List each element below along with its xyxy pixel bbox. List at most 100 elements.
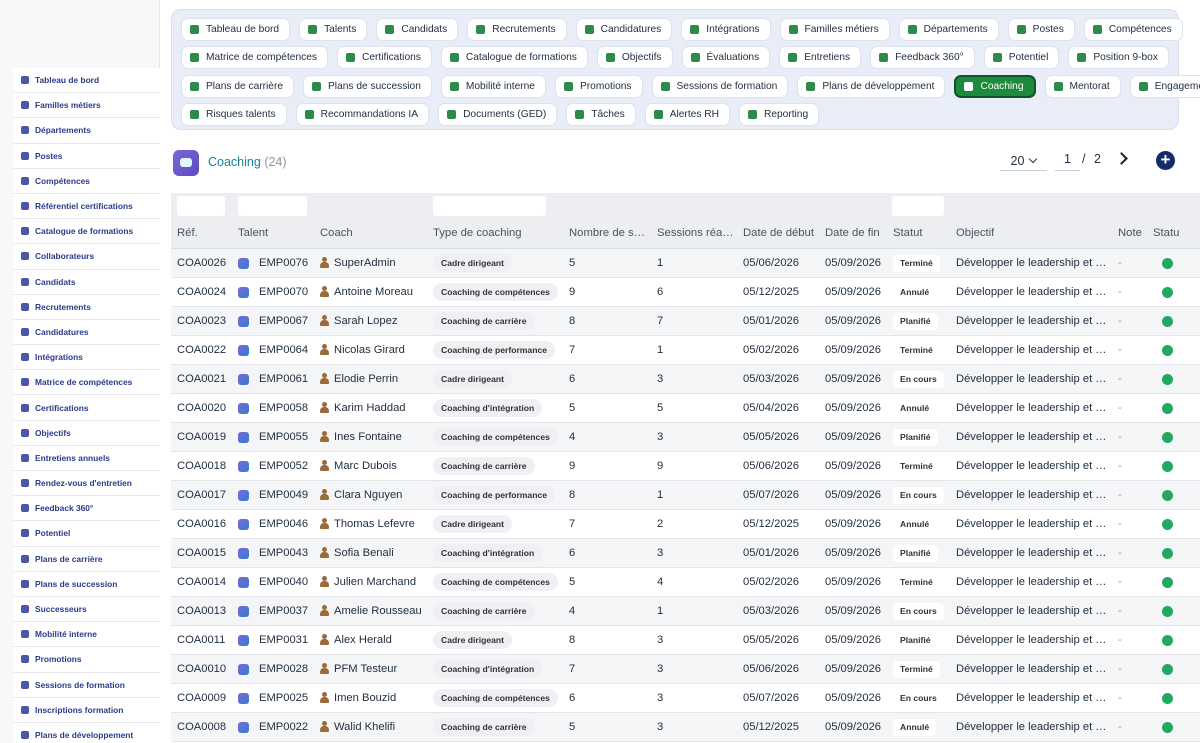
tab-plans-de-d-veloppement[interactable]: Plans de développement: [797, 74, 946, 98]
sidebar-item[interactable]: Compétences: [13, 168, 160, 194]
ref-cell[interactable]: COA0017: [177, 489, 226, 501]
filter-talent-input[interactable]: [238, 196, 307, 216]
col-sessions-realisees[interactable]: Sessions réa…: [657, 227, 734, 239]
table-row[interactable]: COA0020 EMP0058 Karim Haddad Coaching d'int…: [171, 394, 1200, 423]
talent-cell[interactable]: EMP0058: [259, 402, 308, 414]
tab-promotions[interactable]: Promotions: [554, 74, 643, 98]
talent-cell[interactable]: EMP0031: [259, 634, 308, 646]
ref-cell[interactable]: COA0013: [177, 605, 226, 617]
col-statut-2[interactable]: Statu: [1153, 227, 1200, 239]
sidebar-item[interactable]: Matrice de compétences: [13, 370, 160, 396]
tab-sessions-de-formation[interactable]: Sessions de formation: [651, 74, 789, 98]
sidebar-item[interactable]: Départements: [13, 118, 160, 144]
tab-mobilit-interne[interactable]: Mobilité interne: [440, 74, 546, 98]
page-size-select[interactable]: 20: [1000, 151, 1047, 171]
talent-cell[interactable]: EMP0022: [259, 721, 308, 733]
ref-cell[interactable]: COA0023: [177, 315, 226, 327]
ref-cell[interactable]: COA0009: [177, 692, 226, 704]
sidebar-item[interactable]: Catalogue de formations: [13, 219, 160, 245]
tab-engagement[interactable]: Engagement: [1129, 74, 1200, 98]
sidebar-item[interactable]: Intégrations: [13, 345, 160, 371]
ref-cell[interactable]: COA0010: [177, 663, 226, 675]
table-row[interactable]: COA0013 EMP0037 Amelie Rousseau Coaching de…: [171, 597, 1200, 626]
tab-alertes-rh[interactable]: Alertes RH: [644, 103, 730, 127]
sidebar-item[interactable]: Référentiel certifications: [13, 193, 160, 220]
talent-cell[interactable]: EMP0052: [259, 460, 308, 472]
ref-cell[interactable]: COA0020: [177, 402, 226, 414]
talent-cell[interactable]: EMP0043: [259, 547, 308, 559]
add-coaching-button[interactable]: +: [1156, 151, 1175, 170]
table-row[interactable]: COA0018 EMP0052 Marc Dubois Coaching de car…: [171, 452, 1200, 481]
table-row[interactable]: COA0015 EMP0043 Sofia Benali Coaching d'int…: [171, 539, 1200, 568]
tab-postes[interactable]: Postes: [1007, 17, 1075, 41]
filter-type-input[interactable]: [433, 196, 546, 216]
sidebar-item[interactable]: Postes: [13, 143, 160, 169]
col-date-debut[interactable]: Date de début: [743, 227, 814, 239]
col-coach[interactable]: Coach: [320, 227, 353, 239]
table-row[interactable]: COA0023 EMP0067 Sarah Lopez Coaching de car…: [171, 307, 1200, 336]
ref-cell[interactable]: COA0024: [177, 286, 226, 298]
sidebar-item[interactable]: Candidatures: [13, 319, 160, 346]
tab-recrutements[interactable]: Recrutements: [467, 17, 567, 41]
sidebar-item[interactable]: Plans de carrière: [13, 546, 160, 572]
sidebar-item[interactable]: Mobilité interne: [13, 622, 160, 648]
tab--valuations[interactable]: Évaluations: [681, 46, 771, 70]
talent-cell[interactable]: EMP0061: [259, 373, 308, 385]
talent-cell[interactable]: EMP0025: [259, 692, 308, 704]
col-ref[interactable]: Réf.: [177, 227, 198, 239]
col-note[interactable]: Note: [1118, 227, 1142, 239]
sidebar-item[interactable]: Potentiel: [13, 521, 160, 547]
tab-certifications[interactable]: Certifications: [336, 46, 432, 70]
sidebar-item[interactable]: Familles métiers: [13, 93, 160, 119]
col-talent[interactable]: Talent: [238, 227, 268, 239]
table-row[interactable]: COA0022 EMP0064 Nicolas Girard Coaching de …: [171, 336, 1200, 365]
ref-cell[interactable]: COA0008: [177, 721, 226, 733]
talent-cell[interactable]: EMP0070: [259, 286, 308, 298]
tab-risques-talents[interactable]: Risques talents: [181, 103, 287, 127]
talent-cell[interactable]: EMP0055: [259, 431, 308, 443]
ref-cell[interactable]: COA0016: [177, 518, 226, 530]
talent-cell[interactable]: EMP0064: [259, 344, 308, 356]
table-row[interactable]: COA0008 EMP0022 Walid Khelifi Coaching de c…: [171, 713, 1200, 742]
tab-potentiel[interactable]: Potentiel: [983, 46, 1060, 70]
sidebar-item[interactable]: Promotions: [13, 647, 160, 673]
col-objectif[interactable]: Objectif: [956, 227, 994, 239]
sidebar-item[interactable]: Objectifs: [13, 420, 160, 446]
tab-t-ches[interactable]: Tâches: [566, 103, 636, 127]
tab-plans-de-succession[interactable]: Plans de succession: [303, 74, 432, 98]
table-row[interactable]: COA0019 EMP0055 Ines Fontaine Coaching de c…: [171, 423, 1200, 452]
tab-familles-m-tiers[interactable]: Familles métiers: [779, 17, 890, 41]
tab-candidatures[interactable]: Candidatures: [575, 17, 673, 41]
tab-catalogue-de-formations[interactable]: Catalogue de formations: [440, 46, 588, 70]
tab-d-partements[interactable]: Départements: [898, 17, 999, 41]
talent-cell[interactable]: EMP0046: [259, 518, 308, 530]
tab-int-grations[interactable]: Intégrations: [681, 17, 771, 41]
col-type[interactable]: Type de coaching: [433, 227, 522, 239]
col-nb-sessions[interactable]: Nombre de s…: [569, 227, 645, 239]
sidebar-item[interactable]: Candidats: [13, 269, 160, 295]
tab-mentorat[interactable]: Mentorat: [1044, 74, 1121, 98]
tab-talents[interactable]: Talents: [299, 17, 368, 41]
sidebar-item[interactable]: Rendez-vous d'entretien: [13, 471, 160, 497]
tab-recommandations-ia[interactable]: Recommandations IA: [295, 103, 430, 127]
ref-cell[interactable]: COA0021: [177, 373, 226, 385]
talent-cell[interactable]: EMP0040: [259, 576, 308, 588]
sidebar-item[interactable]: Plans de succession: [13, 571, 160, 597]
sidebar-item[interactable]: Tableau de bord: [13, 68, 160, 94]
table-row[interactable]: COA0024 EMP0070 Antoine Moreau Coaching de …: [171, 278, 1200, 307]
tab-candidats[interactable]: Candidats: [376, 17, 459, 41]
talent-cell[interactable]: EMP0076: [259, 257, 308, 269]
talent-cell[interactable]: EMP0049: [259, 489, 308, 501]
ref-cell[interactable]: COA0019: [177, 431, 226, 443]
sidebar-item[interactable]: Feedback 360°: [13, 496, 160, 522]
tab-position-9-box[interactable]: Position 9-box: [1068, 46, 1169, 70]
ref-cell[interactable]: COA0026: [177, 257, 226, 269]
sidebar-item[interactable]: Plans de développement: [13, 722, 160, 743]
talent-cell[interactable]: EMP0067: [259, 315, 308, 327]
table-row[interactable]: COA0009 EMP0025 Imen Bouzid Coaching de com…: [171, 684, 1200, 713]
table-row[interactable]: COA0016 EMP0046 Thomas Lefevre Cadre dirige…: [171, 510, 1200, 539]
tab-coaching[interactable]: Coaching: [954, 74, 1036, 98]
sidebar-item[interactable]: Entretiens annuels: [13, 445, 160, 471]
sidebar-item[interactable]: Certifications: [13, 395, 160, 421]
sidebar-item[interactable]: Collaborateurs: [13, 244, 160, 270]
